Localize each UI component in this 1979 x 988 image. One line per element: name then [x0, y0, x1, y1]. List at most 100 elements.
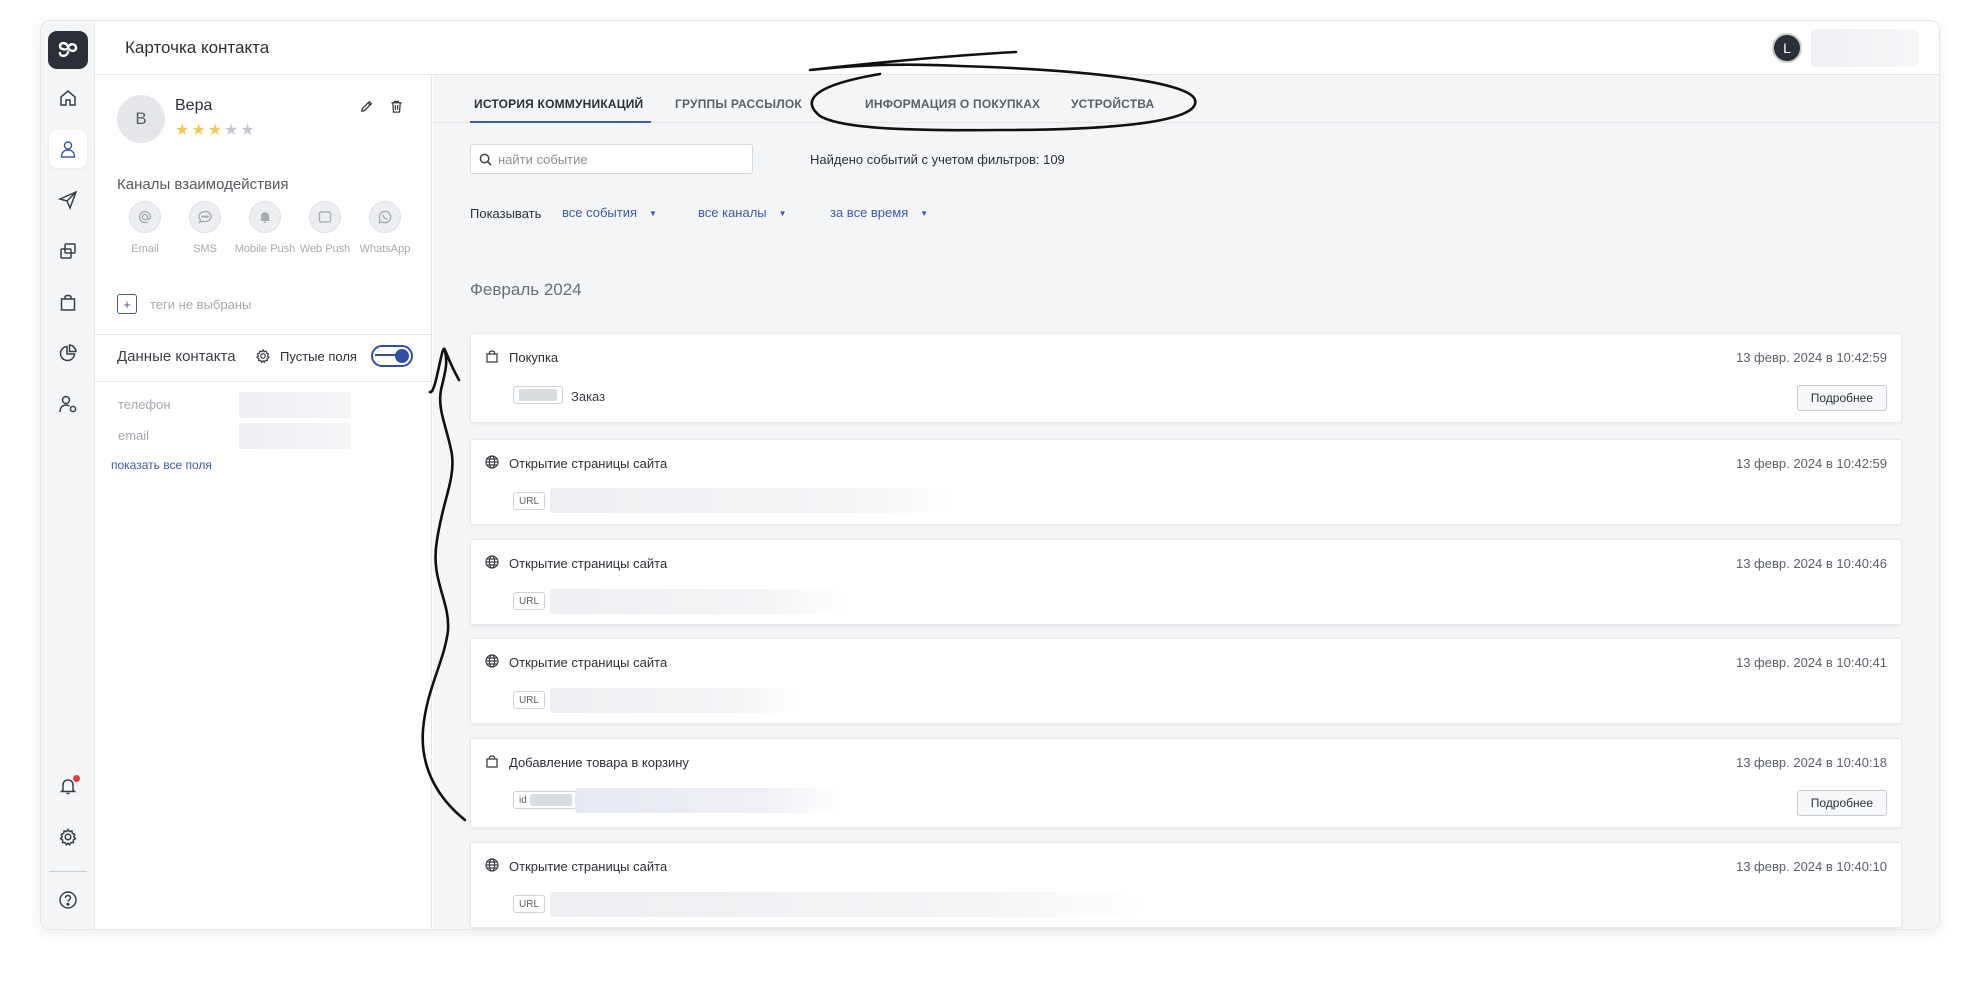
- contact-rating[interactable]: ★★★★★: [175, 120, 257, 140]
- user-name-redacted[interactable]: [1811, 29, 1919, 67]
- channel-mobile-push[interactable]: Mobile Push: [235, 201, 295, 255]
- nav-templates[interactable]: [49, 232, 87, 270]
- star-filled-icon[interactable]: ★: [191, 122, 207, 139]
- event-time: 13 февр. 2024 в 10:40:10: [1735, 859, 1887, 874]
- star-filled-icon[interactable]: ★: [208, 122, 224, 139]
- event-title: Открытие страницы сайта: [509, 456, 668, 471]
- notification-dot: [73, 775, 80, 782]
- event-title: Покупка: [509, 350, 559, 365]
- id-value-redacted: [529, 794, 572, 806]
- toggle-knob: [395, 349, 409, 363]
- product-value-redacted: [575, 788, 843, 813]
- event-card[interactable]: Покупка 13 февр. 2024 в 10:42:59 Заказ П…: [470, 333, 1902, 423]
- nav-products[interactable]: [49, 283, 87, 321]
- rail-divider: [49, 871, 87, 872]
- logo-icon: [58, 41, 78, 58]
- shopping-bag-icon: [60, 294, 76, 311]
- event-time: 13 февр. 2024 в 10:42:59: [1735, 350, 1887, 365]
- event-card[interactable]: Открытие страницы сайта 13 февр. 2024 в …: [470, 842, 1902, 928]
- channels-title: Каналы взаимодействия: [117, 176, 289, 193]
- url-badge: URL: [513, 895, 546, 913]
- contact-panel: В Вера ★★★★★ Каналы взаимодействия Email…: [95, 75, 432, 929]
- event-search-input[interactable]: [498, 151, 738, 167]
- divider: [95, 381, 431, 382]
- event-title: Добавление товара в корзину: [509, 755, 689, 770]
- add-tag-button[interactable]: +: [117, 294, 137, 314]
- event-time: 13 февр. 2024 в 10:40:46: [1735, 556, 1887, 571]
- tab-purchase-info[interactable]: ИНФОРМАЦИЯ О ПОКУПКАХ: [865, 97, 1040, 111]
- tab-communication-history[interactable]: ИСТОРИЯ КОММУНИКАЦИЙ: [474, 97, 643, 111]
- nav-help[interactable]: [49, 881, 87, 919]
- trash-icon: [390, 100, 402, 113]
- app-window: Карточка контакта L В Вера ★★★★★ Каналы …: [40, 20, 1940, 930]
- star-empty-icon[interactable]: ★: [240, 122, 256, 139]
- app-logo[interactable]: [48, 31, 88, 69]
- main-content: ИСТОРИЯ КОММУНИКАЦИЙ ГРУППЫ РАССЫЛОК ИНФ…: [433, 75, 1939, 929]
- url-value-redacted: [550, 688, 805, 713]
- top-header: Карточка контакта L: [95, 21, 1939, 75]
- empty-fields-toggle[interactable]: [371, 345, 413, 367]
- nav-contacts[interactable]: [49, 130, 87, 168]
- url-badge: URL: [513, 492, 546, 510]
- field-value-email-redacted: [239, 423, 351, 449]
- event-card[interactable]: Открытие страницы сайта 13 февр. 2024 в …: [470, 439, 1902, 525]
- contact-name: Вера: [175, 97, 213, 114]
- browser-icon: [318, 211, 332, 223]
- channel-whatsapp[interactable]: WhatsApp: [355, 201, 415, 255]
- url-badge: URL: [513, 592, 546, 610]
- nav-home[interactable]: [49, 79, 87, 117]
- chat-icon: [198, 210, 212, 224]
- edit-contact-button[interactable]: [357, 97, 375, 115]
- active-tab-indicator: [470, 121, 651, 123]
- field-label-email: email: [118, 428, 150, 443]
- event-search[interactable]: [470, 144, 753, 174]
- nav-user-settings[interactable]: [49, 385, 87, 423]
- channel-sms[interactable]: SMS: [175, 201, 235, 255]
- contact-avatar: В: [117, 95, 165, 143]
- nav-settings[interactable]: [49, 818, 87, 856]
- gear-icon: [256, 348, 270, 364]
- event-card[interactable]: Открытие страницы сайта 13 февр. 2024 в …: [470, 539, 1902, 625]
- user-gear-icon: [59, 395, 77, 413]
- divider: [95, 334, 431, 335]
- month-heading: Февраль 2024: [470, 280, 582, 299]
- globe-icon: [485, 858, 499, 872]
- help-icon: [59, 891, 77, 909]
- globe-icon: [485, 455, 499, 469]
- delete-contact-button[interactable]: [387, 97, 405, 115]
- nav-campaigns[interactable]: [49, 181, 87, 219]
- filters-label: Показывать: [470, 206, 542, 221]
- nav-analytics[interactable]: [49, 334, 87, 372]
- channel-email[interactable]: Email: [115, 201, 175, 255]
- star-filled-icon[interactable]: ★: [175, 122, 191, 139]
- user-avatar[interactable]: L: [1772, 33, 1802, 63]
- home-icon: [60, 90, 76, 106]
- nav-rail: [41, 21, 95, 929]
- event-title: Открытие страницы сайта: [509, 556, 668, 571]
- user-icon: [60, 141, 76, 158]
- channels-list: Email SMS Mobile Push Web Push WhatsApp: [115, 201, 415, 255]
- tab-mailing-groups[interactable]: ГРУППЫ РАССЫЛОК: [675, 97, 802, 111]
- star-empty-icon[interactable]: ★: [224, 122, 240, 139]
- details-button[interactable]: Подробнее: [1796, 385, 1887, 411]
- event-card[interactable]: Добавление товара в корзину 13 февр. 202…: [470, 738, 1902, 828]
- copy-icon: [60, 243, 76, 259]
- tab-devices[interactable]: УСТРОЙСТВА: [1071, 97, 1154, 111]
- caret-down-icon: ▼: [920, 209, 929, 219]
- field-label-phone: телефон: [118, 397, 171, 412]
- event-title: Открытие страницы сайта: [509, 655, 668, 670]
- filter-events-dropdown[interactable]: все события ▼: [562, 205, 657, 220]
- show-all-fields-link[interactable]: показать все поля: [111, 458, 212, 472]
- nav-notifications[interactable]: [49, 767, 87, 805]
- contact-data-settings-button[interactable]: [255, 348, 271, 364]
- bag-icon: [486, 350, 498, 363]
- order-id-redacted: [513, 386, 563, 404]
- channel-web-push[interactable]: Web Push: [295, 201, 355, 255]
- details-button[interactable]: Подробнее: [1796, 790, 1887, 816]
- event-text: Заказ: [571, 389, 606, 404]
- event-card[interactable]: Открытие страницы сайта 13 февр. 2024 в …: [470, 638, 1902, 724]
- filter-period-dropdown[interactable]: за все время ▼: [830, 205, 928, 220]
- filter-channels-dropdown[interactable]: все каналы ▼: [698, 205, 787, 220]
- empty-fields-label: Пустые поля: [280, 349, 357, 364]
- pie-chart-icon: [59, 344, 77, 362]
